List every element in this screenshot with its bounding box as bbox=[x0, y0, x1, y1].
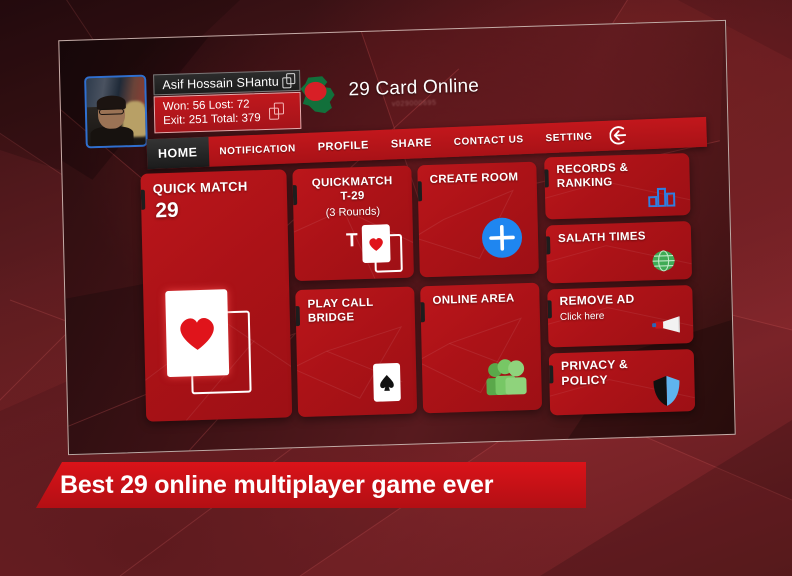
logout-icon bbox=[609, 126, 626, 145]
tile-badge-t: T bbox=[345, 230, 358, 252]
device-screenshot-frame: Asif Hossain SHantu Won: 56 Lost: 72 Exi… bbox=[58, 19, 736, 456]
copy-icon[interactable] bbox=[281, 73, 295, 89]
tile-quick-match[interactable]: QUICK MATCH 29 bbox=[140, 169, 293, 422]
tile-online-area[interactable]: ONLINE AREA bbox=[420, 282, 543, 414]
logout-button[interactable] bbox=[603, 119, 644, 151]
player-name: Asif Hossain SHantu bbox=[162, 74, 279, 92]
spade-card-icon bbox=[372, 362, 401, 402]
tile-number-29: 29 bbox=[155, 198, 179, 223]
player-stats-bar: Won: 56 Lost: 72 Exit: 251 Total: 379 bbox=[153, 91, 301, 134]
promo-banner-text: Best 29 online multiplayer game ever bbox=[60, 470, 494, 499]
globe-compass-icon bbox=[651, 250, 676, 278]
nav-item-profile[interactable]: PROFILE bbox=[306, 130, 380, 163]
brand-header: 29 Card Online v029000695 bbox=[296, 70, 479, 116]
bar-chart-icon bbox=[648, 186, 677, 212]
tile-records-ranking[interactable]: RECORDS & RANKING bbox=[544, 153, 691, 220]
profile-info-card: Asif Hossain SHantu Won: 56 Lost: 72 Exi… bbox=[153, 69, 301, 134]
copy-icon[interactable] bbox=[268, 101, 284, 120]
nav-item-setting[interactable]: SETTING bbox=[534, 121, 604, 154]
shield-icon bbox=[652, 374, 681, 412]
app-screen: Asif Hossain SHantu Won: 56 Lost: 72 Exi… bbox=[58, 19, 736, 456]
brand-subtext: v029000695 bbox=[391, 99, 437, 109]
avatar-body bbox=[90, 125, 135, 147]
tile-quickmatch-t29[interactable]: QUICKMATCH T-29 (3 Rounds) T bbox=[292, 165, 414, 282]
nav-item-contact-us[interactable]: CONTACT US bbox=[442, 124, 535, 158]
plus-circle-icon bbox=[481, 216, 524, 264]
tile-title-salath-times: SALATH TIMES bbox=[557, 230, 646, 246]
stats-exit-total: Exit: 251 Total: 379 bbox=[163, 112, 261, 128]
tile-title-create-room: CREATE ROOM bbox=[429, 171, 519, 186]
heart-card-icon bbox=[165, 288, 268, 401]
promo-banner: Best 29 online multiplayer game ever bbox=[36, 462, 586, 508]
tile-play-call-bridge[interactable]: PLAY CALL BRIDGE bbox=[295, 286, 418, 418]
tile-title-online-area: ONLINE AREA bbox=[432, 292, 515, 307]
menu-grid: QUICK MATCH 29 QUICKMATCH T-29 (3 Rounds… bbox=[140, 153, 706, 422]
tile-remove-ad[interactable]: REMOVE AD Click here bbox=[547, 285, 694, 348]
bangladesh-flag-map-icon bbox=[300, 76, 335, 114]
player-name-bar: Asif Hossain SHantu bbox=[153, 69, 301, 96]
avatar-glasses bbox=[99, 107, 124, 115]
nav-item-notification[interactable]: NOTIFICATION bbox=[208, 133, 307, 167]
people-group-icon bbox=[484, 355, 531, 401]
tile-privacy-policy[interactable]: PRIVACY & POLICY bbox=[548, 348, 696, 416]
megaphone-icon bbox=[651, 314, 682, 340]
tile-create-room[interactable]: CREATE ROOM bbox=[417, 161, 539, 278]
page-title: 29 Card Online bbox=[348, 75, 480, 101]
t-heart-card-icon: T bbox=[346, 222, 411, 278]
tile-salath-times[interactable]: SALATH TIMES bbox=[545, 221, 693, 284]
avatar[interactable] bbox=[84, 74, 148, 149]
nav-item-share[interactable]: SHARE bbox=[379, 127, 443, 160]
nav-item-home[interactable]: HOME bbox=[146, 136, 209, 170]
